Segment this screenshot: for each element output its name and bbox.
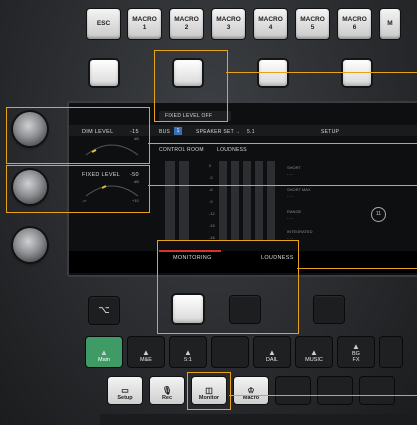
blank-key-4[interactable] — [360, 377, 394, 404]
control-room-meter-r — [179, 161, 189, 241]
macro-4-key[interactable]: MACRO 4 — [254, 9, 287, 39]
speaker-icon: ▲ — [268, 348, 276, 357]
callout-line — [297, 268, 417, 269]
short-value: - - - — [287, 171, 294, 176]
macro-2-key[interactable]: MACRO 2 — [170, 9, 203, 39]
integrated-label: INTEGRATED — [287, 229, 313, 234]
setup-label[interactable]: SETUP — [321, 129, 339, 135]
short-max-label: SHORT MAX — [287, 187, 311, 192]
m-and-e-key[interactable]: ▲ M&E — [128, 337, 164, 367]
macro-icon: ♔ — [247, 386, 255, 395]
fixed-level-callout — [154, 50, 228, 122]
meter-tick: -3 — [209, 175, 213, 180]
monitor-key-callout — [187, 372, 231, 410]
meter-tick: -15 — [209, 223, 215, 228]
dim-level-callout — [6, 107, 150, 164]
speaker-set-label: SPEAKER SET — [196, 129, 235, 135]
rec-key-label: Rec — [161, 395, 173, 401]
music-key-label: MUSIC — [305, 357, 323, 363]
soft-key-1[interactable] — [90, 60, 118, 86]
soft-key-3[interactable] — [259, 60, 287, 86]
music-key[interactable]: ▲ MUSIC — [296, 337, 332, 367]
console-panel: ESC MACRO 1 MACRO 2 MACRO 3 MACRO 4 MACR… — [0, 0, 417, 425]
setup-icon: ▭ — [121, 386, 129, 395]
soft-key-blank[interactable] — [314, 296, 344, 323]
loudness-meter-1 — [219, 161, 227, 241]
speaker-set-value: 5.1 — [247, 129, 255, 135]
control-room-label: CONTROL ROOM — [159, 147, 204, 153]
five-one-key[interactable]: ▲ 5:1 — [170, 337, 206, 367]
control-room-meter-l — [165, 161, 175, 241]
meter-tick: 0 — [209, 163, 212, 168]
loudness-meter-4 — [255, 161, 263, 241]
callout-line — [229, 395, 417, 396]
arrow-icon: → — [235, 129, 241, 135]
soft-key-4[interactable] — [343, 60, 371, 86]
monitoring-callout — [157, 240, 299, 334]
mic-icon: 🎙 — [161, 386, 173, 395]
callout-line — [226, 72, 417, 73]
esc-key[interactable]: ESC — [87, 9, 120, 39]
loudness-meter-3 — [243, 161, 251, 241]
loudness-label: LOUDNESS — [217, 147, 247, 153]
speaker-icon: ▲ — [100, 348, 108, 357]
range-value: - - - — [287, 215, 294, 220]
main-key-label: Main — [98, 357, 110, 363]
macro-1-key[interactable]: MACRO 1 — [128, 9, 161, 39]
knob-3[interactable] — [13, 228, 47, 262]
short-max-value: - - - — [287, 193, 294, 198]
meter-tick: -12 — [209, 211, 215, 216]
extra-key[interactable] — [380, 337, 402, 367]
main-key[interactable]: ▲ Main — [86, 337, 122, 367]
setup-key[interactable]: ▭ Setup — [108, 377, 142, 404]
callout-line — [148, 185, 417, 186]
loudness-meter-2 — [231, 161, 239, 241]
meter-tick: -9 — [209, 199, 213, 204]
speaker-icon: ▲ — [352, 342, 360, 351]
dail-key[interactable]: ▲ DAIL — [254, 337, 290, 367]
short-label: SHORT — [287, 165, 301, 170]
speaker-icon: ▲ — [184, 348, 192, 357]
macro-6-key[interactable]: MACRO 6 — [338, 9, 371, 39]
bottom-edge — [100, 414, 410, 425]
bus-value[interactable]: 1 — [174, 127, 182, 135]
shift-key[interactable]: ⌥ — [89, 297, 119, 324]
speaker-icon: ▲ — [142, 348, 150, 357]
meter-tick: -6 — [209, 187, 213, 192]
macro-key[interactable]: ♔ Macro — [234, 377, 268, 404]
bg-fx-key-label: BG FX — [352, 351, 360, 363]
fixed-level-knob-callout — [6, 165, 150, 213]
five-one-key-label: 5:1 — [184, 357, 192, 363]
bg-fx-key[interactable]: ▲ BG FX — [338, 337, 374, 367]
rec-key[interactable]: 🎙 Rec — [150, 377, 184, 404]
dail-key-label: DAIL — [265, 357, 279, 363]
bus-label: BUS — [159, 129, 171, 135]
range-label: RANGE — [287, 209, 302, 214]
callout-line — [148, 143, 417, 144]
loudness-reset-button[interactable]: 11 — [371, 207, 386, 222]
macro-5-key[interactable]: MACRO 5 — [296, 9, 329, 39]
setup-key-label: Setup — [117, 395, 133, 401]
m-and-e-key-label: M&E — [140, 357, 152, 363]
blank-key[interactable] — [212, 337, 248, 367]
macro-7-key[interactable]: M — [380, 9, 400, 39]
blank-key-2[interactable] — [276, 377, 310, 404]
speaker-icon: ▲ — [310, 348, 318, 357]
blank-key-3[interactable] — [318, 377, 352, 404]
macro-3-key[interactable]: MACRO 3 — [212, 9, 245, 39]
loudness-meter-5 — [267, 161, 275, 241]
